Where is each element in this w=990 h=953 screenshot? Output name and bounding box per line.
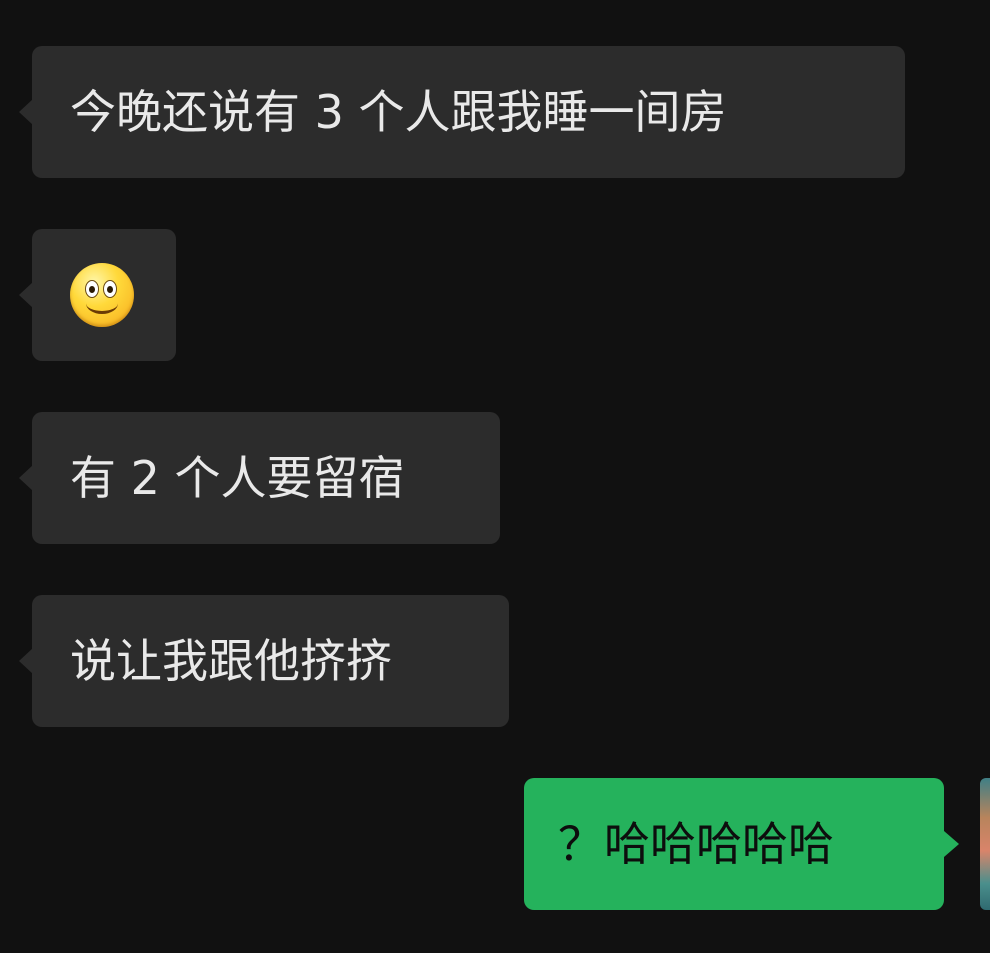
bubble-tail — [944, 831, 959, 857]
message-text: ？哈哈哈哈哈 — [558, 817, 834, 871]
message-text: 说让我跟他挤挤 — [70, 634, 392, 688]
message-bubble-received[interactable] — [19, 229, 176, 361]
message-text: 今晚还说有 3 个人跟我睡一间房 — [70, 85, 727, 139]
bubble-tail — [19, 465, 33, 491]
message-bubble-received[interactable]: 今晚还说有 3 个人跟我睡一间房 — [19, 46, 905, 178]
bubble-tail — [19, 282, 33, 308]
bubble-tail — [19, 648, 33, 674]
message-text: 有 2 个人要留宿 — [70, 451, 405, 505]
message-bubble-sent[interactable]: ？哈哈哈哈哈 — [524, 778, 959, 910]
bubble-tail — [19, 99, 33, 125]
smiling-face-emoji-icon — [70, 263, 134, 327]
emoji-mouth — [86, 293, 118, 314]
message-bubble-received[interactable]: 有 2 个人要留宿 — [19, 412, 500, 544]
sender-avatar[interactable] — [980, 778, 990, 910]
message-bubble-received[interactable]: 说让我跟他挤挤 — [19, 595, 509, 727]
